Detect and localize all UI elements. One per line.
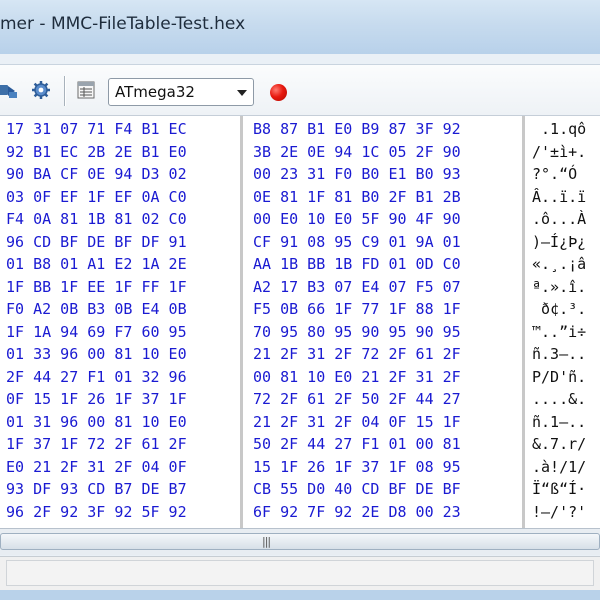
hex-row[interactable]: 1F 37 1F 72 2F 61 2F 50 2F 44 27 F1 01 00… (0, 433, 600, 455)
hex-row[interactable]: 2F 44 27 F1 01 32 96 00 81 10 E0 21 2F 31… (0, 366, 600, 388)
toolbar-separator (64, 76, 65, 106)
hex-bytes-right: 21 2F 31 2F 72 2F 61 2F (253, 345, 461, 363)
hex-bytes-left: 92 B1 EC 2B 2E B1 E0 (6, 142, 187, 161)
hex-bytes-left: 96 CD BF DE BF DF 91 (6, 232, 187, 251)
hex-bytes-left: 01 31 96 00 81 10 E0 (6, 412, 187, 431)
hex-bytes-right: 6F 92 7F 92 2E D8 00 23 (253, 502, 461, 521)
hex-row[interactable]: 92 B1 EC 2B 2E B1 E0 3B 2E 0E 94 1C 05 2F… (0, 141, 600, 163)
hex-bytes-right: 00 81 10 E0 21 2F 31 2F (253, 367, 461, 386)
hex-bytes-right: F5 0B 66 1F 77 1F 88 1F (253, 300, 461, 318)
hex-row[interactable]: 1F BB 1F EE 1F FF 1F A2 17 B3 07 E4 07 F5… (0, 276, 600, 298)
hex-row[interactable]: 01 31 96 00 81 10 E0 21 2F 31 2F 04 0F 15… (0, 411, 600, 433)
ascii-text: «.¸.¡â (532, 255, 587, 273)
hex-bytes-left: 0F 15 1F 26 1F 37 1F (6, 390, 187, 408)
hex-row[interactable]: 93 DF 93 CD B7 DE B7 CB 55 D0 40 CD BF DE… (0, 478, 600, 500)
hex-row[interactable]: 0F 15 1F 26 1F 37 1F 72 2F 61 2F 50 2F 44… (0, 388, 600, 410)
window-frame-bottom (0, 590, 600, 600)
hex-bytes-left: 03 0F EF 1F EF 0A C0 (6, 187, 187, 206)
upload-chip-icon[interactable] (0, 80, 20, 100)
title-bar[interactable]: mer - MMC-FileTable-Test.hex (0, 0, 600, 54)
hex-row[interactable]: F4 0A 81 1B 81 02 C0 00 E0 10 E0 5F 90 4F… (0, 208, 600, 230)
hex-bytes-right: 70 95 80 95 90 95 90 95 (253, 322, 461, 341)
hex-bytes-left: 1F 37 1F 72 2F 61 2F (6, 435, 187, 453)
hex-row[interactable]: 01 33 96 00 81 10 E0 21 2F 31 2F 72 2F 61… (0, 343, 600, 365)
hex-bytes-right: 50 2F 44 27 F1 01 00 81 (253, 435, 461, 453)
app-window: mer - MMC-FileTable-Test.hex ATmega32 17… (0, 0, 600, 600)
chevron-down-icon[interactable] (237, 90, 247, 96)
hex-bytes-right: 21 2F 31 2F 04 0F 15 1F (253, 412, 461, 431)
window-title: mer - MMC-FileTable-Test.hex (0, 14, 246, 34)
ascii-text: ñ.1–.. (532, 412, 587, 431)
hex-bytes-left: E0 21 2F 31 2F 04 0F (6, 457, 187, 476)
hex-row[interactable]: 17 31 07 71 F4 B1 EC B8 87 B1 E0 B9 87 3F… (0, 118, 600, 140)
hex-bytes-right: 3B 2E 0E 94 1C 05 2F 90 (253, 142, 461, 161)
hex-row[interactable]: E0 21 2F 31 2F 04 0F 15 1F 26 1F 37 1F 08… (0, 456, 600, 478)
hex-bytes-right: AA 1B BB 1B FD 01 0D C0 (253, 255, 461, 273)
ascii-text: !–/'?' (532, 502, 587, 521)
hex-bytes-left: 17 31 07 71 F4 B1 EC (6, 120, 187, 138)
ascii-text: /'±ì+. (532, 142, 587, 161)
hex-bytes-left: 93 DF 93 CD B7 DE B7 (6, 480, 187, 498)
hex-bytes-left: F4 0A 81 1B 81 02 C0 (6, 210, 187, 228)
ascii-text: .1.qô (532, 120, 587, 138)
hex-bytes-left: 1F BB 1F EE 1F FF 1F (6, 277, 187, 296)
hex-bytes-left: 01 B8 01 A1 E2 1A 2E (6, 255, 187, 273)
hex-bytes-right: A2 17 B3 07 E4 07 F5 07 (253, 277, 461, 296)
ascii-text: P/D'ñ. (532, 367, 587, 386)
hex-row[interactable]: 03 0F EF 1F EF 0A C0 0E 81 1F 81 B0 2F B1… (0, 186, 600, 208)
scroll-grip-icon: ||| (262, 535, 271, 548)
hex-bytes-left: 2F 44 27 F1 01 32 96 (6, 367, 187, 386)
ascii-text: ª.».î. (532, 277, 587, 296)
hex-bytes-right: 72 2F 61 2F 50 2F 44 27 (253, 390, 461, 408)
hex-bytes-right: 15 1F 26 1F 37 1F 08 95 (253, 457, 461, 476)
ascii-text: ™..”i÷ (532, 322, 587, 341)
hex-bytes-left: 96 2F 92 3F 92 5F 92 (6, 502, 187, 521)
hex-bytes-right: B8 87 B1 E0 B9 87 3F 92 (253, 120, 461, 138)
ascii-text: )–Í¿Þ¿ (532, 232, 587, 251)
device-select[interactable]: ATmega32 (108, 78, 254, 106)
hex-bytes-left: 90 BA CF 0E 94 D3 02 (6, 165, 187, 183)
hex-row[interactable]: 90 BA CF 0E 94 D3 02 00 23 31 F0 B0 E1 B0… (0, 163, 600, 185)
record-icon[interactable] (270, 84, 287, 101)
hex-row[interactable]: 96 2F 92 3F 92 5F 92 6F 92 7F 92 2E D8 00… (0, 501, 600, 523)
hex-bytes-right: CF 91 08 95 C9 01 9A 01 (253, 232, 461, 251)
ascii-text: ....&. (532, 390, 587, 408)
hex-bytes-right: 0E 81 1F 81 B0 2F B1 2B (253, 187, 461, 206)
hex-bytes-left: 1F 1A 94 69 F7 60 95 (6, 322, 187, 341)
hex-row[interactable]: 96 CD BF DE BF DF 91 CF 91 08 95 C9 01 9A… (0, 231, 600, 253)
hex-row[interactable]: F0 A2 0B B3 0B E4 0B F5 0B 66 1F 77 1F 88… (0, 298, 600, 320)
hex-row[interactable]: 1F 1A 94 69 F7 60 95 70 95 80 95 90 95 90… (0, 321, 600, 343)
memory-view-icon[interactable] (76, 80, 96, 100)
hex-bytes-right: 00 E0 10 E0 5F 90 4F 90 (253, 210, 461, 228)
hex-bytes-left: F0 A2 0B B3 0B E4 0B (6, 300, 187, 318)
gear-icon[interactable] (31, 80, 51, 100)
ascii-text: ?°.“Ó (532, 165, 578, 183)
hex-bytes-right: CB 55 D0 40 CD BF DE BF (253, 480, 461, 498)
ascii-text: Â..ï.ï (532, 187, 587, 206)
device-select-value: ATmega32 (115, 83, 195, 101)
status-panel (6, 560, 594, 586)
ascii-text: .ô...À (532, 210, 587, 228)
scrollbar-thumb[interactable] (0, 533, 600, 550)
ascii-text: ð¢.³. (532, 300, 587, 318)
hex-view[interactable]: 17 31 07 71 F4 B1 EC B8 87 B1 E0 B9 87 3F… (0, 116, 600, 528)
hex-bytes-left: 01 33 96 00 81 10 E0 (6, 345, 187, 363)
hex-row[interactable]: 01 B8 01 A1 E2 1A 2E AA 1B BB 1B FD 01 0D… (0, 253, 600, 275)
hex-bytes-right: 00 23 31 F0 B0 E1 B0 93 (253, 165, 461, 183)
ascii-text: Ï“ß“Í· (532, 480, 587, 498)
ascii-text: ñ.3–.. (532, 345, 587, 363)
ascii-text: .à!/1/ (532, 457, 587, 476)
ascii-text: &.7.r/ (532, 435, 587, 453)
